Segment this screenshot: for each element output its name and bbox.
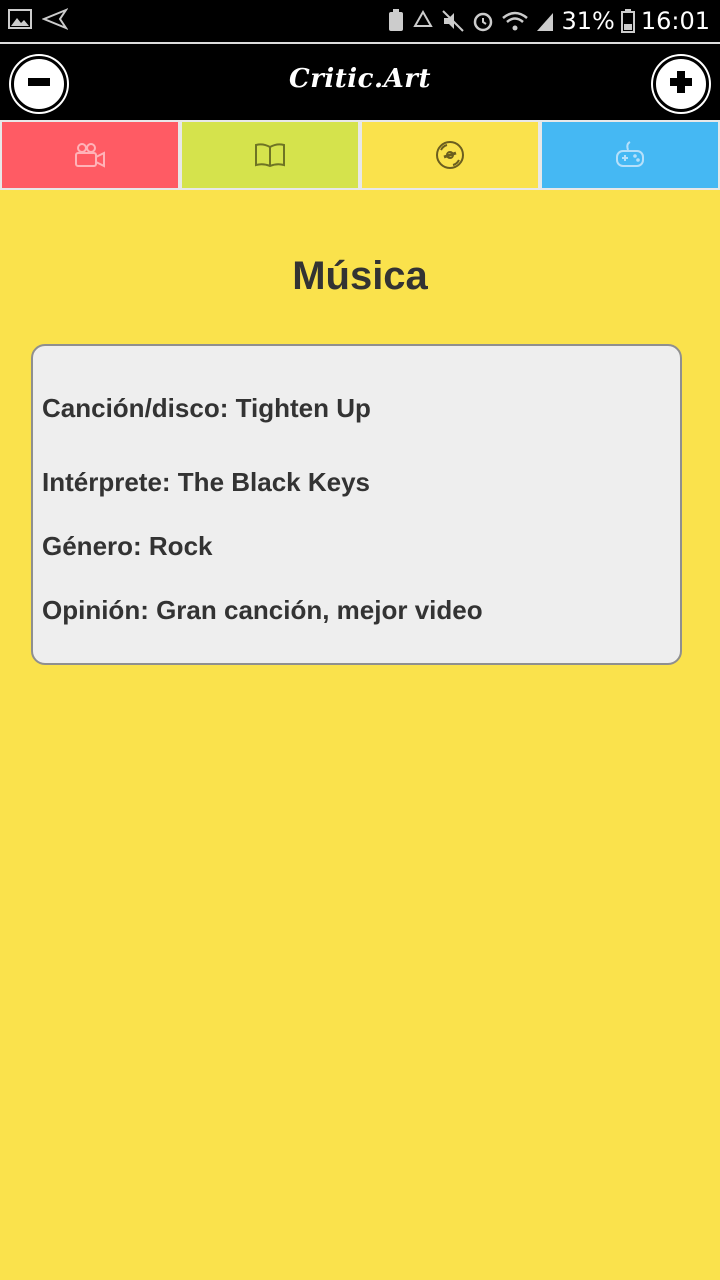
battery-icon (620, 9, 635, 33)
page-title: Música (292, 254, 428, 298)
app-bar: Critic.Art (0, 42, 720, 120)
review-card[interactable]: Canción/disco: Tighten Up Intérprete: Th… (31, 344, 682, 665)
opinion-field: Opinión: Gran canción, mejor video (42, 595, 483, 625)
gamepad-icon (614, 140, 646, 170)
wifi-icon (501, 9, 529, 33)
disc-icon (434, 139, 466, 171)
book-icon (254, 142, 286, 168)
video-camera-icon (73, 141, 107, 169)
status-bar: 31% 16:01 (0, 0, 720, 42)
gallery-icon (8, 8, 32, 30)
tab-music[interactable] (360, 120, 540, 190)
tab-games[interactable] (540, 120, 720, 190)
battery-saver-icon (387, 9, 405, 33)
tab-movies[interactable] (0, 120, 180, 190)
plus-circle-icon (666, 67, 696, 102)
add-button[interactable] (653, 56, 709, 112)
genre-field: Género: Rock (42, 531, 213, 561)
battery-percent: 31% (561, 7, 615, 35)
alarm-icon (471, 9, 495, 33)
recycle-icon (411, 9, 435, 33)
song-field: Canción/disco: Tighten Up (42, 393, 371, 423)
app-title: Critic.Art (289, 64, 431, 94)
send-icon (42, 8, 68, 30)
signal-icon (535, 9, 555, 33)
clock: 16:01 (640, 7, 710, 35)
artist-field: Intérprete: The Black Keys (42, 467, 371, 497)
tab-books[interactable] (180, 120, 360, 190)
category-tabs (0, 120, 720, 190)
mute-icon (441, 9, 465, 33)
